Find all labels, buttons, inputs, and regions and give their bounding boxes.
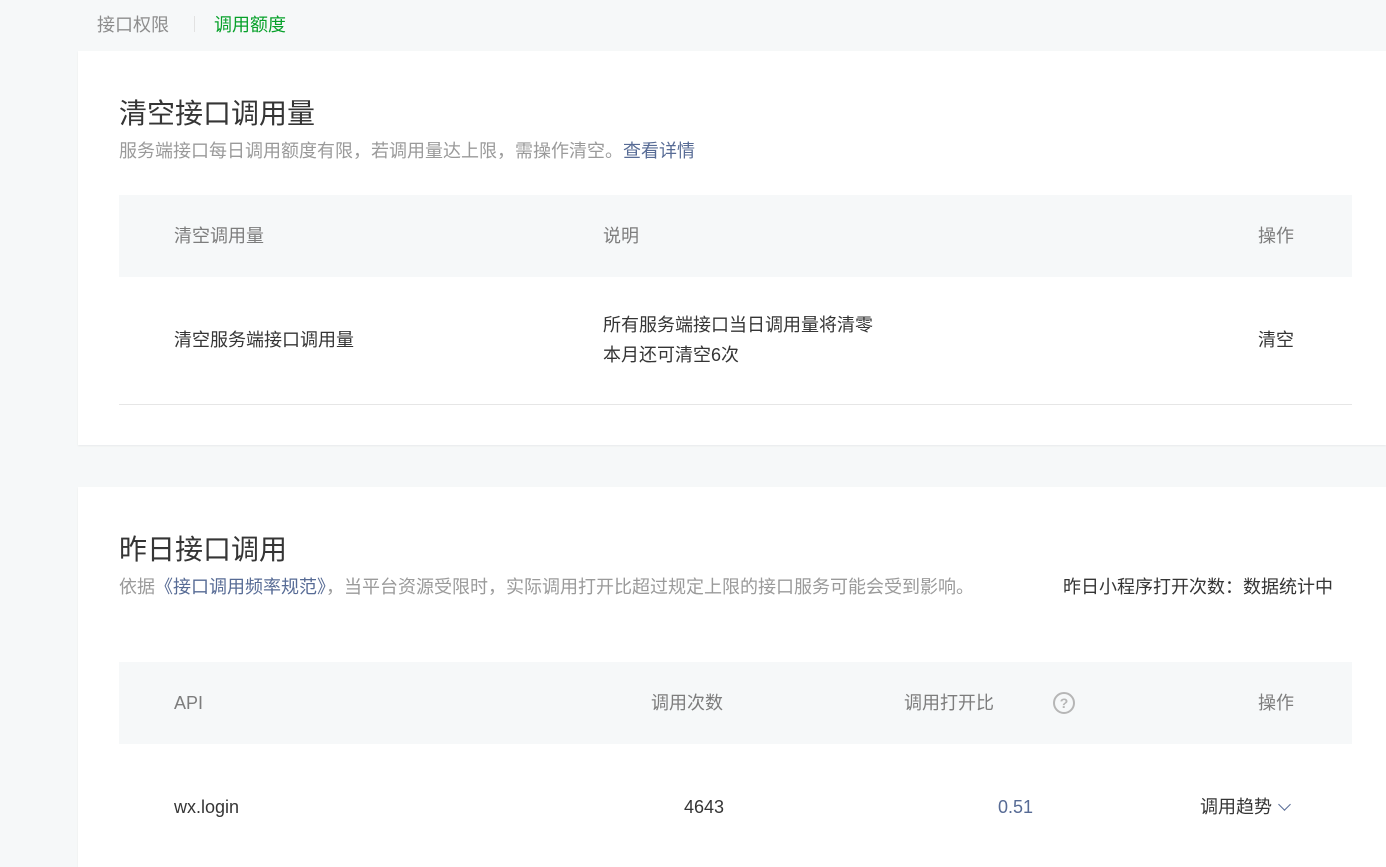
column-header-description: 说明: [603, 226, 639, 246]
yesterday-section-title: 昨日接口调用: [119, 534, 288, 565]
view-details-link[interactable]: 查看详情: [623, 141, 695, 161]
clear-section-title: 清空接口调用量: [119, 98, 316, 129]
row-desc-line1: 所有服务端接口当日调用量将清零: [603, 315, 873, 335]
yesterday-section-description: 依据《接口调用频率规范》，当平台资源受限时，实际调用打开比超过规定上限的接口服务…: [119, 572, 1019, 602]
desc-prefix: 依据: [119, 577, 155, 597]
question-circle-icon[interactable]: ?: [1053, 692, 1075, 714]
tab-interface-permission[interactable]: 接口权限: [97, 12, 169, 38]
clear-section-desc-text: 服务端接口每日调用额度有限，若调用量达上限，需操作清空。: [119, 141, 623, 161]
column-header-action: 操作: [1258, 226, 1294, 246]
call-trend-label: 调用趋势: [1200, 797, 1272, 817]
desc-suffix: ，当平台资源受限时，实际调用打开比超过规定上限的接口服务可能会受到影响。: [326, 577, 974, 597]
api-name: wx.login: [174, 797, 240, 817]
api-table-header: API 调用次数 调用打开比 ? 操作: [119, 662, 1352, 744]
open-count-label: 昨日小程序打开次数：: [1063, 577, 1243, 597]
call-count: 4643: [684, 797, 725, 817]
call-open-ratio: 0.51: [998, 797, 1034, 817]
clear-table-header: 清空调用量 说明 操作: [119, 195, 1352, 277]
clear-button[interactable]: 清空: [1258, 325, 1294, 355]
clear-quota-card: 清空接口调用量 服务端接口每日调用额度有限，若调用量达上限，需操作清空。查看详情…: [78, 51, 1386, 445]
open-count: 昨日小程序打开次数：数据统计中: [1063, 572, 1333, 602]
column-header-call-open-ratio: 调用打开比: [904, 693, 994, 713]
tab-call-quota[interactable]: 调用额度: [214, 12, 286, 38]
chevron-down-icon: [1278, 798, 1291, 811]
tab-bar: 接口权限 调用额度: [78, 0, 1386, 50]
column-header-action: 操作: [1258, 693, 1294, 713]
rate-spec-link[interactable]: 《接口调用频率规范》: [155, 577, 326, 597]
open-count-value: 数据统计中: [1243, 577, 1333, 597]
row-name: 清空服务端接口调用量: [174, 330, 354, 350]
row-desc-line2: 本月还可清空6次: [603, 345, 740, 365]
yesterday-calls-card: 昨日接口调用 依据《接口调用频率规范》，当平台资源受限时，实际调用打开比超过规定…: [78, 487, 1386, 867]
tab-divider: [194, 16, 195, 32]
column-header-clear-volume: 清空调用量: [174, 226, 264, 246]
call-trend-dropdown[interactable]: 调用趋势: [1200, 792, 1291, 822]
row-divider: [119, 404, 1352, 405]
clear-section-description: 服务端接口每日调用额度有限，若调用量达上限，需操作清空。查看详情: [119, 136, 695, 166]
column-header-call-count: 调用次数: [651, 693, 723, 713]
column-header-api: API: [174, 693, 204, 713]
